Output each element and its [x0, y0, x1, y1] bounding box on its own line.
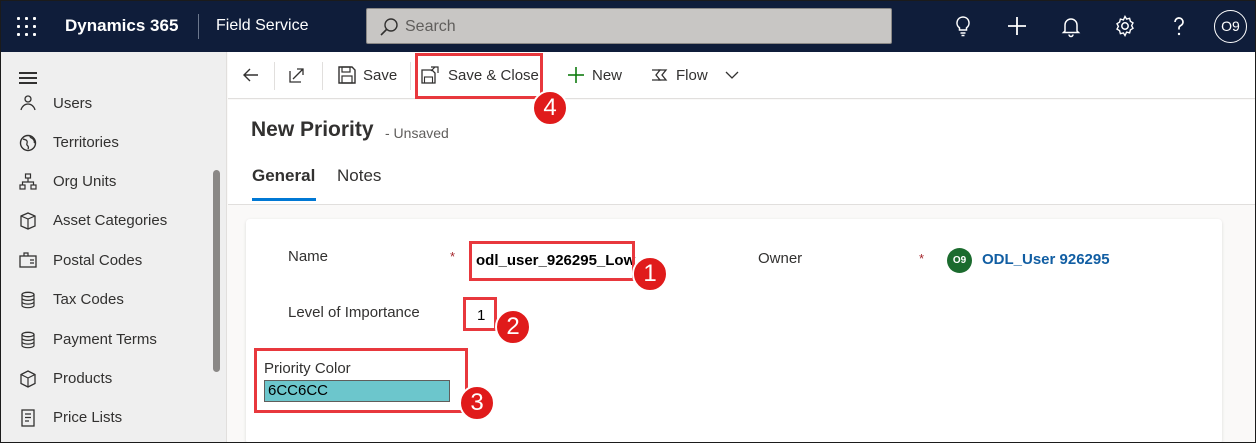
globe-icon	[19, 134, 37, 152]
top-bar: Dynamics 365 Field Service Search O9	[1, 1, 1255, 52]
highlight-name-field	[469, 241, 635, 281]
owner-label: Owner	[758, 250, 803, 267]
price-lists-icon	[21, 409, 35, 427]
highlight-save-close	[415, 53, 543, 99]
new-label: New	[592, 67, 623, 84]
chevron-down-icon	[725, 71, 739, 79]
flow-icon	[652, 69, 668, 81]
level-of-importance-label: Level of Importance	[288, 304, 420, 321]
sidebar-item-tax-codes[interactable]: Tax Codes	[1, 281, 211, 320]
search-input[interactable]: Search	[366, 8, 892, 44]
sidebar-item-postal-codes[interactable]: Postal Codes	[1, 242, 211, 281]
module-name[interactable]: Field Service	[216, 17, 308, 35]
form-header	[228, 100, 1255, 205]
flow-label: Flow	[676, 67, 708, 84]
title-divider	[198, 14, 199, 39]
highlight-priority-color	[254, 348, 468, 413]
new-button[interactable]: New	[564, 52, 628, 99]
sidebar-item-label: Asset Categories	[53, 212, 168, 229]
sidebar-item-label: Org Units	[53, 173, 117, 190]
users-icon	[20, 95, 36, 111]
owner-link[interactable]: ODL_User 926295	[982, 251, 1110, 268]
sidebar: Users Territories Org Units Asset Catego…	[1, 52, 227, 442]
save-label: Save	[363, 67, 398, 84]
command-bar: Save Save & Close New Flow	[228, 52, 1255, 99]
command-separator	[410, 62, 411, 90]
command-separator	[322, 62, 323, 90]
user-avatar[interactable]: O9	[1214, 10, 1247, 43]
annotation-badge-1: 1	[632, 256, 668, 292]
sidebar-item-territories[interactable]: Territories	[1, 124, 211, 163]
save-status: - Unsaved	[385, 125, 449, 141]
back-arrow-icon[interactable]	[242, 66, 260, 84]
owner-avatar: O9	[947, 248, 972, 273]
name-label: Name	[288, 248, 329, 265]
search-placeholder: Search	[405, 18, 456, 35]
payment-terms-icon	[21, 331, 35, 349]
sidebar-item-asset-categories[interactable]: Asset Categories	[1, 202, 211, 241]
gear-icon[interactable]	[1113, 14, 1137, 38]
sidebar-item-label: Products	[53, 370, 113, 387]
products-icon	[20, 370, 36, 388]
sidebar-item-label: Postal Codes	[53, 252, 143, 269]
sidebar-item-label: Payment Terms	[53, 331, 157, 348]
sidebar-item-label: Tax Codes	[53, 291, 124, 308]
plus-icon	[568, 67, 584, 83]
waffle-icon[interactable]	[14, 14, 40, 40]
save-icon	[338, 66, 356, 84]
postal-codes-icon	[19, 252, 37, 268]
help-icon[interactable]	[1167, 14, 1191, 38]
lightbulb-icon[interactable]	[951, 14, 975, 38]
tab-selected-indicator	[252, 198, 316, 201]
app-frame: Dynamics 365 Field Service Search O9 Use…	[0, 0, 1256, 443]
tax-codes-icon	[21, 291, 35, 309]
required-marker: *	[450, 249, 456, 264]
command-separator	[274, 62, 275, 90]
annotation-badge-3: 3	[459, 385, 495, 421]
tab-notes[interactable]: Notes	[337, 166, 381, 186]
sidebar-item-price-lists[interactable]: Price Lists	[1, 399, 211, 438]
save-button[interactable]: Save	[335, 52, 405, 99]
flow-button[interactable]: Flow	[648, 52, 740, 99]
sidebar-item-products[interactable]: Products	[1, 360, 211, 399]
highlight-level-field	[463, 297, 497, 331]
sidebar-item-payment-terms[interactable]: Payment Terms	[1, 321, 211, 360]
tab-general[interactable]: General	[252, 166, 315, 186]
sidebar-item-label: Territories	[53, 134, 119, 151]
org-units-icon	[19, 173, 37, 190]
sidebar-item-label: Price Lists	[53, 409, 123, 426]
sidebar-scrollbar[interactable]	[213, 170, 220, 372]
bell-icon[interactable]	[1059, 14, 1083, 38]
hamburger-icon[interactable]	[19, 72, 37, 84]
annotation-badge-4: 4	[532, 90, 568, 126]
sidebar-item-org-units[interactable]: Org Units	[1, 163, 211, 202]
sidebar-item-label: Users	[53, 95, 93, 112]
page-title: New Priority	[251, 118, 374, 141]
open-in-new-window-icon[interactable]	[288, 66, 306, 84]
search-icon	[380, 18, 398, 36]
plus-icon[interactable]	[1005, 14, 1029, 38]
asset-categories-icon	[20, 212, 36, 230]
annotation-badge-2: 2	[495, 309, 531, 345]
sidebar-item-users[interactable]: Users	[1, 85, 211, 124]
required-marker: *	[919, 251, 925, 266]
app-name[interactable]: Dynamics 365	[65, 16, 178, 36]
